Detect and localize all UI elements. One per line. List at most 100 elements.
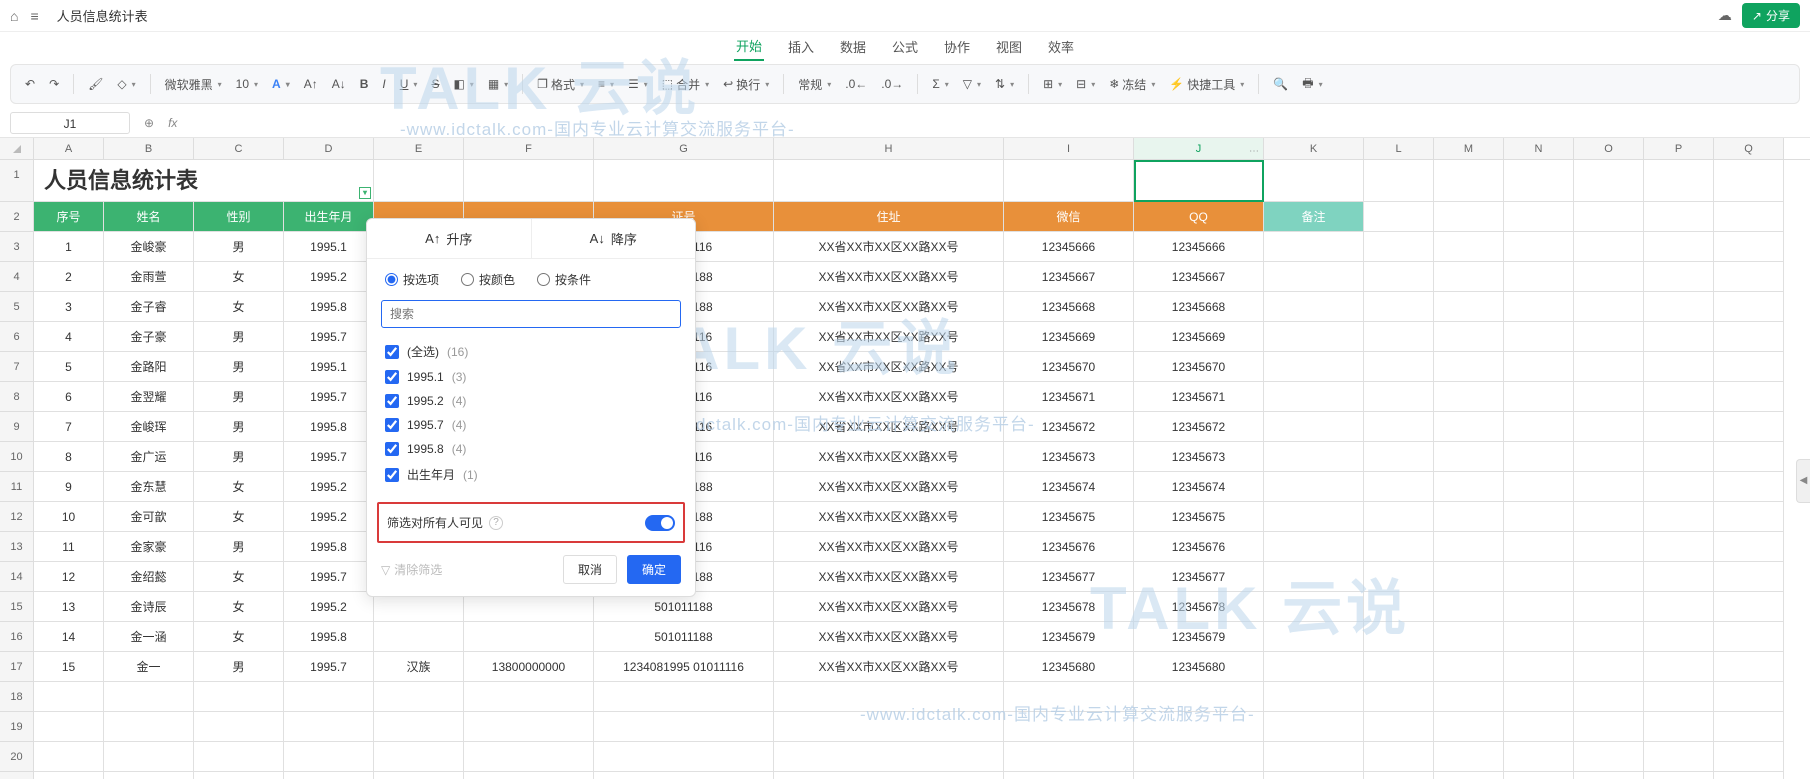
cell-name[interactable]: 金一涵	[104, 622, 194, 652]
cell[interactable]	[774, 712, 1004, 742]
cell-addr[interactable]: XX省XX市XX区XX路XX号	[774, 592, 1004, 622]
cell-id[interactable]: 501011188	[594, 622, 774, 652]
cell[interactable]	[1434, 472, 1504, 502]
header-QQ[interactable]: QQ	[1134, 202, 1264, 232]
cell[interactable]	[1264, 472, 1364, 502]
cell-seq[interactable]: 13	[34, 592, 104, 622]
cell-qq[interactable]: 12345668	[1134, 292, 1264, 322]
cell[interactable]	[1574, 442, 1644, 472]
cell[interactable]	[1364, 652, 1434, 682]
row-header[interactable]: 3	[0, 232, 34, 262]
cell[interactable]	[1504, 322, 1574, 352]
col-header-E[interactable]: E	[374, 138, 464, 159]
cell[interactable]	[774, 772, 1004, 779]
cell[interactable]	[1714, 622, 1784, 652]
cell-qq[interactable]: 12345666	[1134, 232, 1264, 262]
cell[interactable]	[1574, 382, 1644, 412]
cell[interactable]	[1364, 622, 1434, 652]
cell[interactable]	[1714, 160, 1784, 202]
cell-addr[interactable]: XX省XX市XX区XX路XX号	[774, 502, 1004, 532]
cell-seq[interactable]: 8	[34, 442, 104, 472]
cell-name[interactable]: 金子睿	[104, 292, 194, 322]
cell[interactable]	[1434, 160, 1504, 202]
ok-button[interactable]: 确定	[627, 555, 681, 584]
cell-sex[interactable]: 女	[194, 472, 284, 502]
filter-item[interactable]: 出生年月 (1)	[385, 461, 677, 488]
cell-dob[interactable]: 1995.8	[284, 412, 374, 442]
cell-wx[interactable]: 12345666	[1004, 232, 1134, 262]
cell[interactable]	[1504, 742, 1574, 772]
cell[interactable]	[1364, 502, 1434, 532]
cell[interactable]	[1714, 472, 1784, 502]
cell[interactable]	[374, 772, 464, 779]
cell-seq[interactable]: 10	[34, 502, 104, 532]
cell[interactable]	[1574, 352, 1644, 382]
cell-seq[interactable]: 5	[34, 352, 104, 382]
filter-by-color-radio[interactable]: 按颜色	[461, 271, 515, 288]
cell-sex[interactable]: 女	[194, 502, 284, 532]
col-header-O[interactable]: O	[1574, 138, 1644, 159]
cell[interactable]	[104, 742, 194, 772]
cell[interactable]	[1574, 682, 1644, 712]
cell-sex[interactable]: 女	[194, 292, 284, 322]
col-header-K[interactable]: K	[1264, 138, 1364, 159]
dec-dec-icon[interactable]: .0→	[877, 75, 907, 93]
row-header[interactable]: 11	[0, 472, 34, 502]
cell[interactable]	[1644, 382, 1714, 412]
font-select[interactable]: 微软雅黑	[161, 74, 226, 95]
cell-seq[interactable]: 4	[34, 322, 104, 352]
row-header[interactable]: 9	[0, 412, 34, 442]
cell[interactable]	[1364, 292, 1434, 322]
cell[interactable]	[1434, 262, 1504, 292]
cell[interactable]	[1264, 622, 1364, 652]
cell[interactable]	[1434, 232, 1504, 262]
cell[interactable]	[1364, 442, 1434, 472]
cell[interactable]	[374, 712, 464, 742]
cell-wx[interactable]: 12345674	[1004, 472, 1134, 502]
cell[interactable]	[1264, 322, 1364, 352]
cell-seq[interactable]: 14	[34, 622, 104, 652]
cancel-button[interactable]: 取消	[563, 555, 617, 584]
cell-addr[interactable]: XX省XX市XX区XX路XX号	[774, 472, 1004, 502]
filter-by-cond-radio[interactable]: 按条件	[537, 271, 591, 288]
cell-seq[interactable]: 11	[34, 532, 104, 562]
cell[interactable]	[1644, 442, 1714, 472]
cell[interactable]	[594, 160, 774, 202]
cell[interactable]	[1364, 682, 1434, 712]
cell-dob[interactable]: 1995.2	[284, 472, 374, 502]
cell[interactable]	[1364, 532, 1434, 562]
row-header[interactable]: 14	[0, 562, 34, 592]
menu-开始[interactable]: 开始	[734, 32, 764, 61]
clear-format-icon[interactable]: ◇	[113, 75, 139, 93]
cell-name[interactable]: 金雨萱	[104, 262, 194, 292]
align-h-icon[interactable]: ≡	[594, 75, 618, 93]
cell-sex[interactable]: 女	[194, 622, 284, 652]
cell-seq[interactable]: 12	[34, 562, 104, 592]
cell[interactable]	[1574, 622, 1644, 652]
cell[interactable]	[1434, 652, 1504, 682]
cell[interactable]	[1644, 742, 1714, 772]
cell[interactable]	[1714, 292, 1784, 322]
filter-search-input[interactable]	[381, 300, 681, 328]
cell[interactable]	[1574, 502, 1644, 532]
sheet-title[interactable]: 人员信息统计表	[34, 160, 374, 202]
quick-tools-button[interactable]: ⚡ 快捷工具	[1165, 74, 1248, 95]
cell[interactable]	[1264, 262, 1364, 292]
cell[interactable]	[374, 160, 464, 202]
cell[interactable]	[1264, 742, 1364, 772]
cell-sex[interactable]: 男	[194, 532, 284, 562]
cell[interactable]	[1504, 292, 1574, 322]
cell-wx[interactable]: 12345677	[1004, 562, 1134, 592]
cell-sex[interactable]: 男	[194, 412, 284, 442]
cell-eth[interactable]: 汉族	[374, 652, 464, 682]
cell[interactable]	[1434, 532, 1504, 562]
menu-公式[interactable]: 公式	[890, 33, 920, 60]
cell[interactable]	[1574, 160, 1644, 202]
cell[interactable]	[1644, 472, 1714, 502]
cell-seq[interactable]: 15	[34, 652, 104, 682]
cell[interactable]	[1644, 592, 1714, 622]
cell[interactable]	[194, 712, 284, 742]
filter-handle-icon[interactable]	[359, 187, 371, 199]
cell-dob[interactable]: 1995.8	[284, 622, 374, 652]
col-header-B[interactable]: B	[104, 138, 194, 159]
